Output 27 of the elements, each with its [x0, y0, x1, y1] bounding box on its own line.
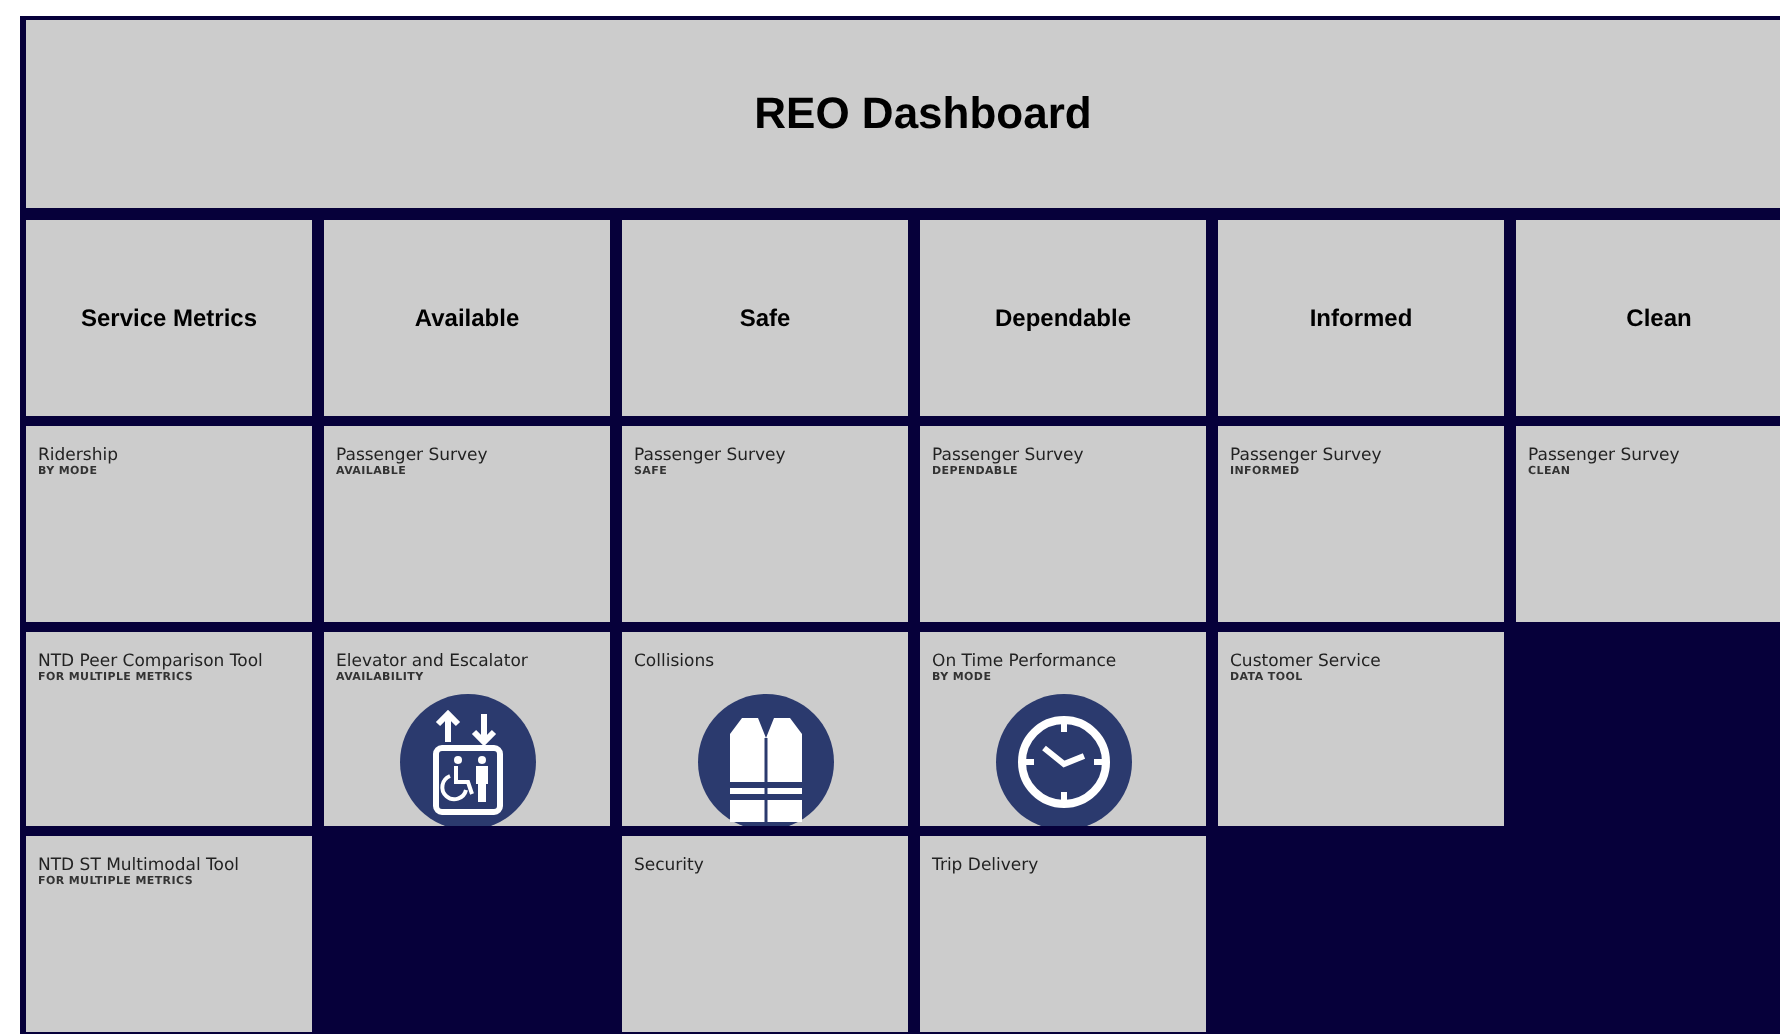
clock-icon: [995, 694, 1131, 826]
tile-title: On Time Performance: [932, 652, 1117, 672]
dashboard-tile[interactable]: Security: [622, 836, 908, 1032]
column-header: Safe: [622, 220, 908, 416]
elevator-icon: [399, 694, 535, 826]
tile-title: NTD Peer Comparison Tool: [38, 652, 263, 672]
tile-title: Trip Delivery: [932, 856, 1039, 876]
column-header: Available: [324, 220, 610, 416]
tile-title: Passenger Survey: [1528, 446, 1680, 466]
tile-title: Security: [634, 856, 704, 876]
tile-title: Collisions: [634, 652, 715, 672]
safety-vest-icon: [697, 694, 833, 826]
tile-title: Elevator and Escalator: [336, 652, 528, 672]
tile-title: Ridership: [38, 446, 118, 466]
dashboard-tile[interactable]: Trip Delivery: [920, 836, 1206, 1032]
column-header: Dependable: [920, 220, 1206, 416]
tile-title: Passenger Survey: [932, 446, 1084, 466]
tile-title: Passenger Survey: [1230, 446, 1382, 466]
column-header: Informed: [1218, 220, 1504, 416]
tile-title: Customer Service: [1230, 652, 1381, 672]
tile-title: NTD ST Multimodal Tool: [38, 856, 240, 876]
dashboard-title: REO Dashboard: [26, 20, 1780, 208]
column-header: Service Metrics: [26, 220, 312, 416]
tile-title: Passenger Survey: [634, 446, 786, 466]
tile-title: Passenger Survey: [336, 446, 488, 466]
dashboard-tile[interactable]: Collisions: [622, 632, 908, 826]
column-header: Clean: [1516, 220, 1780, 416]
